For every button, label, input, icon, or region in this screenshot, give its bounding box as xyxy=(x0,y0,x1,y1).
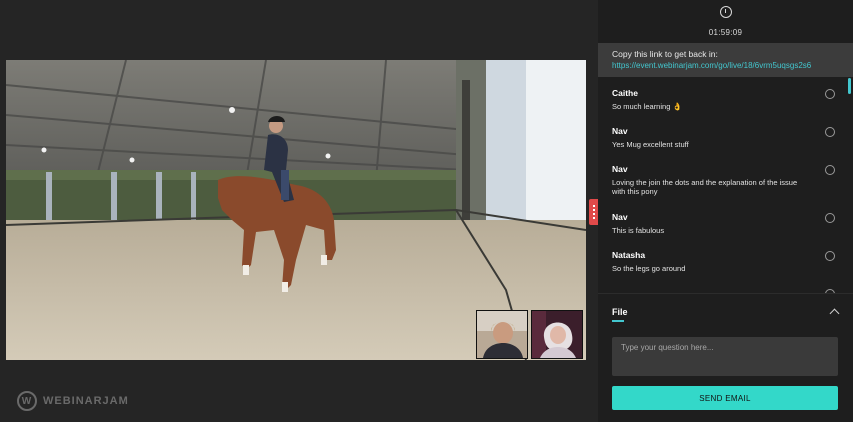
chat-message: Nav This is fabulous xyxy=(598,208,853,246)
session-timer: 01:59:09 xyxy=(598,6,853,40)
chat-author: Nav xyxy=(612,126,628,136)
select-radio[interactable] xyxy=(825,165,835,175)
chat-text: Loving the join the dots and the explana… xyxy=(612,178,798,196)
chat-author: Nav xyxy=(612,212,628,222)
chevron-up-icon[interactable] xyxy=(829,308,840,319)
logo-mark-icon: W xyxy=(17,391,37,411)
file-tab-label: File xyxy=(612,306,628,317)
section-divider xyxy=(598,293,853,294)
chat-text: So much learning 👌 xyxy=(612,102,682,111)
chat-message: Nav Loving the join the dots and the exp… xyxy=(598,160,853,208)
chat-message: Caithe So much learning 👌 xyxy=(598,84,853,122)
chat-message: Nav Yes Mug excellent stuff xyxy=(598,122,853,160)
rejoin-title: Copy this link to get back in: xyxy=(612,49,718,59)
presenter-thumbnail-1[interactable] xyxy=(476,310,528,359)
presenter-thumbnail-2[interactable] xyxy=(531,310,583,359)
chat-author: Caithe xyxy=(612,88,638,98)
rejoin-link-box: Copy this link to get back in: https://e… xyxy=(598,43,853,77)
rejoin-link[interactable]: https://event.webinarjam.com/go/live/18/… xyxy=(612,61,839,70)
chat-author: Natasha xyxy=(612,250,646,260)
panel-toggle-tab[interactable] xyxy=(589,199,598,225)
chat-author: Nav xyxy=(612,164,628,174)
send-email-button[interactable]: SEND EMAIL xyxy=(612,386,838,410)
timer-value: 01:59:09 xyxy=(708,28,743,37)
webinarjam-logo: W WEBINARJAM xyxy=(17,391,129,411)
presenter-avatar xyxy=(477,311,527,358)
logo-text: WEBINARJAM xyxy=(43,395,129,407)
select-radio[interactable] xyxy=(825,251,835,261)
chat-text: This is fabulous xyxy=(612,226,665,235)
dots-icon xyxy=(593,205,595,207)
select-radio[interactable] xyxy=(825,213,835,223)
file-tab-indicator xyxy=(612,320,624,322)
chat-message-list: Caithe So much learning 👌 Nav Yes Mug ex… xyxy=(598,84,853,293)
chat-message-partial xyxy=(598,284,853,293)
chat-message: Natasha So the legs go around xyxy=(598,246,853,284)
clock-icon xyxy=(719,6,732,18)
select-radio[interactable] xyxy=(825,89,835,99)
chat-text: Yes Mug excellent stuff xyxy=(612,140,689,149)
question-input[interactable] xyxy=(612,337,838,376)
chat-text: So the legs go around xyxy=(612,264,686,273)
file-section-header[interactable]: File xyxy=(612,306,840,319)
video-stage: W WEBINARJAM xyxy=(0,0,598,422)
select-radio[interactable] xyxy=(825,127,835,137)
presenter-avatar xyxy=(532,311,582,358)
chat-panel: 01:59:09 Copy this link to get back in: … xyxy=(598,0,853,422)
